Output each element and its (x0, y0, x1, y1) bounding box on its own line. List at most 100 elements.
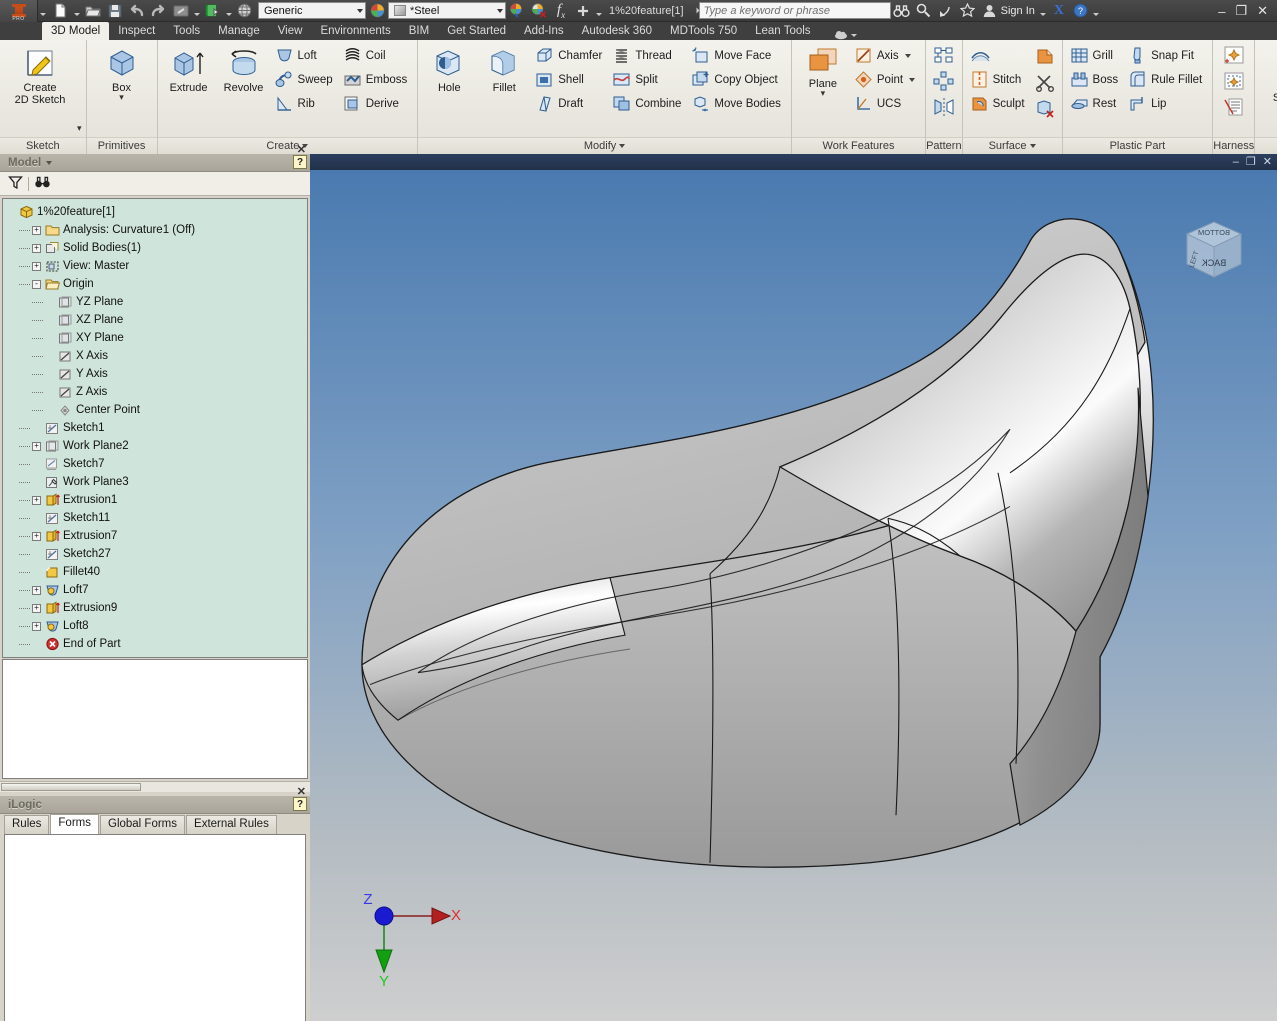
account-icon[interactable] (979, 1, 1001, 21)
chevron-down-icon[interactable] (46, 160, 53, 165)
extrude-button[interactable]: Extrude (162, 43, 216, 97)
hole-button[interactable]: Hole (422, 43, 476, 97)
new-file-dropdown[interactable] (72, 1, 81, 21)
sketch-dropdown-arrow[interactable]: ▾ (77, 124, 82, 133)
open-file-button[interactable] (82, 1, 103, 21)
tree-expander[interactable]: + (32, 531, 41, 541)
return-dropdown[interactable] (192, 1, 201, 21)
viewport-restore-button[interactable]: ❐ (1246, 157, 1256, 168)
ilogic-tab-global-forms[interactable]: Global Forms (100, 815, 186, 834)
tab-get-started[interactable]: Get Started (438, 22, 515, 40)
draft-button[interactable]: Draft (532, 92, 608, 115)
logo-dropdown-arrow[interactable] (38, 1, 47, 21)
panel-title-create[interactable]: Create (157, 137, 418, 154)
panel-title-surface[interactable]: Surface (962, 137, 1062, 154)
tree-expander[interactable]: + (32, 621, 41, 631)
panel-title-modify[interactable]: Modify (418, 137, 791, 154)
lip-button[interactable]: Lip (1125, 92, 1208, 115)
tab-view[interactable]: View (269, 22, 312, 40)
satellite-icon[interactable] (935, 1, 957, 21)
patch-button[interactable] (1032, 44, 1058, 69)
mirror-button[interactable] (931, 94, 957, 119)
redo-button[interactable] (148, 1, 169, 21)
tree-item-fillet40[interactable]: Fillet40 (6, 563, 307, 581)
plane-dropdown-arrow[interactable]: ▾ (821, 89, 826, 98)
restore-button[interactable]: ❐ (1233, 3, 1249, 19)
create-2d-sketch-button[interactable]: Create 2D Sketch (4, 43, 76, 109)
tree-item-center-point[interactable]: Center Point (6, 401, 307, 419)
grill-button[interactable]: Grill (1067, 44, 1125, 67)
harness-report-button[interactable] (1221, 94, 1247, 119)
undo-button[interactable] (126, 1, 147, 21)
tree-item-solid-bodies-1[interactable]: + Solid Bodies(1) (6, 239, 307, 257)
viewport-minimize-button[interactable]: – (1233, 157, 1239, 168)
coil-button[interactable]: Coil (340, 44, 414, 67)
combine-button[interactable]: Combine (609, 92, 687, 115)
axis-triad[interactable]: X Y Z (354, 888, 464, 990)
tree-item-xz-plane[interactable]: XZ Plane (6, 311, 307, 329)
tree-item-view-master[interactable]: + View: Master (6, 257, 307, 275)
update-button[interactable] (202, 1, 223, 21)
split-button[interactable]: Split (609, 68, 687, 91)
ilogic-tab-rules[interactable]: Rules (4, 815, 50, 834)
move-bodies-button[interactable]: Move Bodies (688, 92, 786, 115)
tree-item-extrusion7[interactable]: + Extrusion7 (6, 527, 307, 545)
tree-item-loft8[interactable]: + Loft8 (6, 617, 307, 635)
boss-button[interactable]: Boss (1067, 68, 1125, 91)
cloud-options-button[interactable] (834, 30, 857, 40)
tree-item-extrusion1[interactable]: + Extrusion1 (6, 491, 307, 509)
return-button[interactable] (170, 1, 191, 21)
browser-horizontal-scrollbar[interactable] (0, 781, 310, 792)
emboss-button[interactable]: Emboss (340, 68, 414, 91)
tree-item-sketch27[interactable]: Sketch27 (6, 545, 307, 563)
axis-button[interactable]: Axis (851, 44, 921, 67)
exchange-apps-icon[interactable]: X (1048, 1, 1070, 21)
tab-manage[interactable]: Manage (209, 22, 269, 40)
rib-button[interactable]: Rib (272, 92, 339, 115)
tab-mdtools-750[interactable]: MDTools 750 (661, 22, 746, 40)
ilogic-tab-external-rules[interactable]: External Rules (186, 815, 277, 834)
derive-button[interactable]: Derive (340, 92, 414, 115)
minimize-button[interactable]: – (1216, 4, 1227, 19)
tree-item-work-plane2[interactable]: + Work Plane2 (6, 437, 307, 455)
move-face-button[interactable]: Move Face (688, 44, 786, 67)
loft-button[interactable]: Loft (272, 44, 339, 67)
shell-button[interactable]: Shell (532, 68, 608, 91)
box-dropdown-arrow[interactable]: ▾ (119, 93, 124, 102)
convert-to-sheet-metal-button[interactable]: Convert toSheet Metal (1259, 43, 1277, 107)
add-parameter-icon[interactable] (572, 1, 594, 21)
delete-face-button[interactable] (1032, 96, 1058, 121)
clear-appearance-icon[interactable] (528, 1, 550, 21)
circular-pattern-button[interactable] (931, 68, 957, 93)
document-dropdown[interactable] (684, 6, 704, 15)
tree-item-origin[interactable]: - Origin (6, 275, 307, 293)
sign-in-button[interactable]: Sign In (1001, 5, 1039, 17)
3d-canvas[interactable]: BOTTOM BACK LEFT X Y Z (310, 170, 1277, 1021)
place-harness-button[interactable] (1221, 68, 1247, 93)
browser-help-button[interactable]: ? (293, 155, 307, 169)
sign-in-dropdown[interactable] (1039, 1, 1048, 21)
tree-expander[interactable]: - (32, 279, 41, 289)
tab-autodesk-360[interactable]: Autodesk 360 (573, 22, 661, 40)
ucs-button[interactable]: UCS (851, 92, 921, 115)
appearance-combo[interactable]: *Steel (388, 2, 506, 19)
box-button[interactable]: Box ▾ (91, 43, 153, 103)
ilogic-help-button[interactable]: ? (293, 797, 307, 811)
inventor-logo-button[interactable]: PRO (0, 0, 38, 22)
tab-lean-tools[interactable]: Lean Tools (746, 22, 819, 40)
ilogic-content-area[interactable] (4, 834, 306, 1021)
tab-environments[interactable]: Environments (311, 22, 399, 40)
model-tree-empty-area[interactable] (2, 659, 308, 779)
tab-tools[interactable]: Tools (164, 22, 209, 40)
tree-item-sketch1[interactable]: Sketch1 (6, 419, 307, 437)
plane-button[interactable]: Plane ▾ (796, 43, 850, 99)
point-button[interactable]: Point (851, 68, 921, 91)
chamfer-button[interactable]: Chamfer (532, 44, 608, 67)
tree-expander[interactable]: + (32, 495, 41, 505)
tree-expander[interactable]: + (32, 243, 41, 253)
tree-expander[interactable]: + (32, 585, 41, 595)
material-browser-icon[interactable] (366, 1, 388, 21)
tree-item-loft7[interactable]: + Loft7 (6, 581, 307, 599)
tree-item-y-axis[interactable]: Y Axis (6, 365, 307, 383)
tab-inspect[interactable]: Inspect (109, 22, 164, 40)
